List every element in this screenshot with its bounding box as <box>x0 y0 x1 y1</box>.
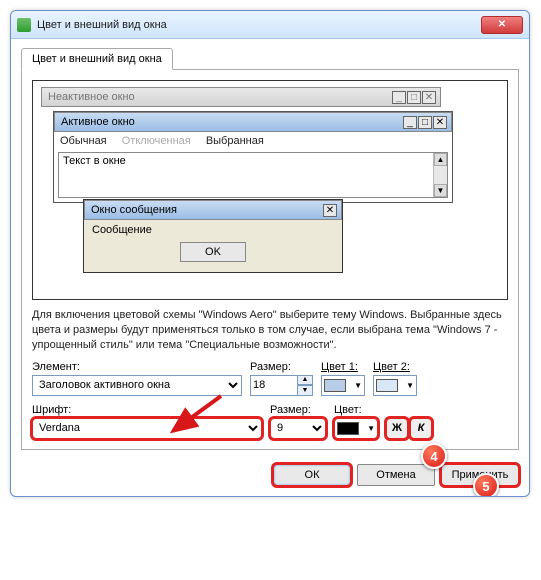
annotation-arrow <box>161 391 231 441</box>
scroll-down-icon: ▼ <box>434 184 447 197</box>
titlebar: Цвет и внешний вид окна ✕ <box>11 11 529 39</box>
preview-msgbox-text: Сообщение <box>92 224 334 236</box>
window-title: Цвет и внешний вид окна <box>37 19 481 31</box>
label-font-color: Цвет: <box>334 404 378 416</box>
app-icon <box>17 18 31 32</box>
preview-msgbox-title: Окно сообщения <box>89 204 323 216</box>
dialog-buttons: ОК Отмена Применить <box>21 464 519 486</box>
label-element: Элемент: <box>32 361 242 373</box>
preview-textarea: Текст в окне ▲ ▼ <box>58 152 448 198</box>
label-color1: Цвет 1: <box>321 361 365 373</box>
preview-active-window: Активное окно _□✕ Обычная Отключенная Вы… <box>53 111 453 203</box>
maximize-icon: □ <box>418 116 432 129</box>
label-color2: Цвет 2: <box>373 361 417 373</box>
font-color-select[interactable]: ▼ <box>334 418 378 439</box>
close-icon[interactable]: ✕ <box>481 16 523 34</box>
italic-button[interactable]: К <box>410 418 432 439</box>
preview-inactive-window: Неактивное окно _□✕ <box>41 87 441 107</box>
preview-inactive-titlebar: Неактивное окно _□✕ <box>41 87 441 107</box>
dialog-window: Цвет и внешний вид окна ✕ Цвет и внешний… <box>10 10 530 497</box>
label-size2: Размер: <box>270 404 326 416</box>
size1-input[interactable] <box>250 375 298 396</box>
size1-spinner[interactable]: ▲▼ <box>297 375 313 396</box>
chevron-down-icon: ▼ <box>354 381 362 390</box>
close-icon: ✕ <box>433 116 447 129</box>
chevron-down-icon: ▼ <box>367 424 375 433</box>
ok-button[interactable]: ОК <box>273 464 351 486</box>
chevron-down-icon: ▼ <box>406 381 414 390</box>
preview-msgbox-ok: OK <box>180 242 246 262</box>
label-size1: Размер: <box>250 361 313 373</box>
close-icon: ✕ <box>422 91 436 104</box>
bold-button[interactable]: Ж <box>386 418 408 439</box>
cancel-button[interactable]: Отмена <box>357 464 435 486</box>
marker-4: 4 <box>421 443 447 469</box>
tab-pane: Неактивное окно _□✕ Активное окно _□✕ Об… <box>21 69 519 450</box>
preview-area: Неактивное окно _□✕ Активное окно _□✕ Об… <box>32 80 508 300</box>
font-color-swatch <box>337 422 359 435</box>
preview-active-titlebar: Активное окно _□✕ <box>54 112 452 132</box>
menu-normal: Обычная <box>60 135 107 147</box>
color2-select[interactable]: ▼ <box>373 375 417 396</box>
row-element: Элемент: Заголовок активного окна Размер… <box>32 361 508 396</box>
preview-messagebox: Окно сообщения ✕ Сообщение OK <box>83 199 343 273</box>
maximize-icon: □ <box>407 91 421 104</box>
description-text: Для включения цветовой схемы "Windows Ae… <box>32 308 508 353</box>
minimize-icon: _ <box>403 116 417 129</box>
minimize-icon: _ <box>392 91 406 104</box>
color1-swatch <box>324 379 346 392</box>
preview-inactive-title: Неактивное окно <box>46 91 391 103</box>
row-font: Шрифт: Verdana Размер: 9 Цвет: ▼ <box>32 404 508 439</box>
color2-swatch <box>376 379 398 392</box>
preview-active-title: Активное окно <box>59 116 402 128</box>
tab-appearance[interactable]: Цвет и внешний вид окна <box>21 48 173 70</box>
dialog-body: Цвет и внешний вид окна Неактивное окно … <box>11 39 529 496</box>
preview-msgbox-body: Сообщение OK <box>84 220 342 272</box>
preview-active-buttons: _□✕ <box>402 116 447 129</box>
preview-msgbox-titlebar: Окно сообщения ✕ <box>84 200 342 220</box>
font-size-select[interactable]: 9 <box>270 418 326 439</box>
color1-select[interactable]: ▼ <box>321 375 365 396</box>
spin-down-icon[interactable]: ▼ <box>297 385 313 396</box>
menu-disabled: Отключенная <box>122 135 191 147</box>
preview-text: Текст в окне <box>63 155 126 167</box>
close-icon: ✕ <box>323 204 337 217</box>
menu-selected: Выбранная <box>206 135 264 147</box>
spin-up-icon[interactable]: ▲ <box>297 375 313 386</box>
preview-scrollbar: ▲ ▼ <box>433 153 447 197</box>
preview-inactive-buttons: _□✕ <box>391 91 436 104</box>
preview-menu: Обычная Отключенная Выбранная <box>54 132 452 150</box>
marker-5: 5 <box>473 473 499 497</box>
scroll-up-icon: ▲ <box>434 153 447 166</box>
